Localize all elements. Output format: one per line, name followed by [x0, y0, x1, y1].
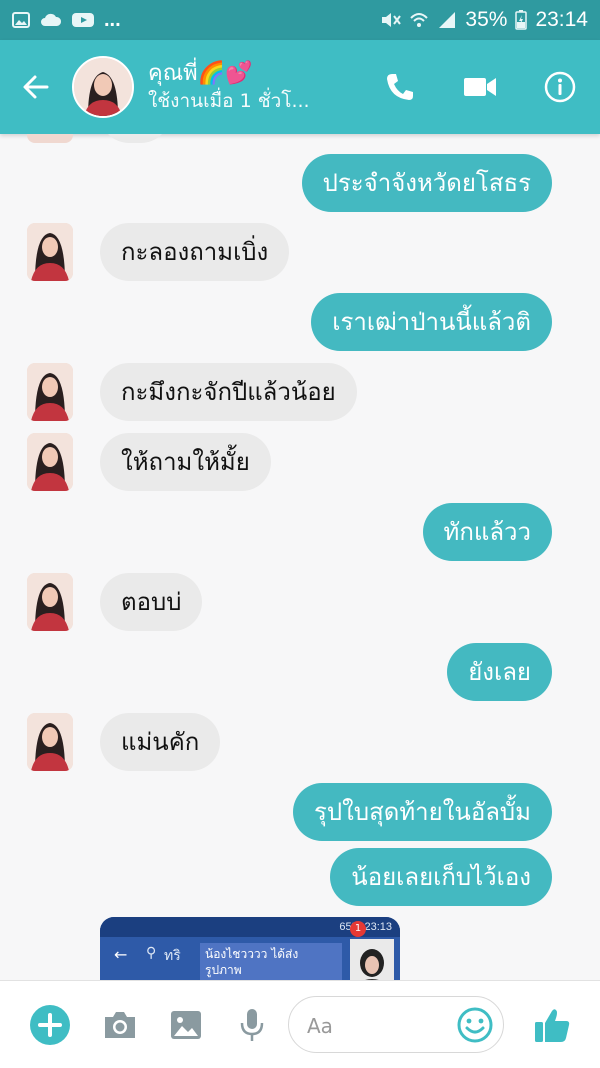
signal-icon — [439, 12, 456, 28]
contact-active-status: ใช้งานเมื่อ 1 ชั่วโ... — [148, 90, 310, 112]
video-camera-icon — [464, 78, 496, 96]
message-bubble-outgoing[interactable]: น้อยเลยเก็บไว้เอง — [330, 848, 552, 906]
screenshot-thumbnail-photo — [350, 939, 394, 980]
sender-avatar[interactable] — [27, 713, 73, 771]
sender-photo — [27, 433, 73, 491]
contact-avatar[interactable] — [72, 56, 134, 118]
emoji-button[interactable] — [455, 1005, 495, 1045]
sender-photo — [27, 363, 73, 421]
battery-charging-icon — [515, 10, 528, 30]
arrow-left-icon — [23, 75, 49, 99]
video-call-button[interactable] — [440, 40, 520, 134]
clock: 23:14 — [535, 8, 588, 31]
smiley-icon — [457, 1007, 493, 1043]
status-bar: ... 35% 23:14 — [0, 0, 600, 40]
like-button[interactable] — [522, 981, 582, 1068]
youtube-notification-icon — [72, 13, 94, 27]
screenshot-back-arrow: ← — [114, 945, 128, 964]
message-bubble-incoming[interactable]: ให้ถามให้มั้ย — [100, 433, 271, 491]
sender-avatar — [27, 134, 73, 143]
screenshot-badge: 1 — [350, 921, 366, 937]
sender-photo — [27, 713, 73, 771]
screenshot-search-text: ทริ — [164, 948, 181, 964]
voice-button[interactable] — [222, 981, 282, 1068]
image-icon — [171, 1010, 201, 1039]
contact-photo — [74, 58, 132, 116]
camera-button[interactable] — [90, 981, 150, 1068]
sender-avatar[interactable] — [27, 433, 73, 491]
more-notifications: ... — [104, 8, 121, 31]
message-bubble-incoming[interactable]: แม่นคัก — [100, 713, 221, 771]
screenshot-notification: น้องไชวววว ได้ส่ง รูปภาพ — [200, 943, 342, 980]
sender-avatar[interactable] — [27, 573, 73, 631]
conversation-info-button[interactable] — [520, 40, 600, 134]
gallery-notification-icon — [12, 12, 30, 28]
call-button[interactable] — [360, 40, 440, 134]
back-button[interactable] — [0, 40, 72, 134]
sender-avatar[interactable] — [27, 223, 73, 281]
shared-screenshot-image[interactable]: 65% 23:13 ← ⚲ ทริ น้องไชวววว ได้ส่ง รูปภ… — [100, 917, 400, 980]
message-bubble-outgoing[interactable]: ประจำจังหวัดยโสธร — [301, 154, 552, 212]
phone-icon — [387, 74, 413, 100]
message-bubble-incoming[interactable]: ตอบบ่ — [100, 573, 203, 631]
sender-photo — [27, 223, 73, 281]
battery-percent: 35% — [465, 8, 508, 31]
message-input[interactable] — [305, 1007, 459, 1045]
mute-icon — [382, 13, 402, 27]
sender-avatar[interactable] — [27, 363, 73, 421]
message-bubble-incoming[interactable]: กะลองถามเบิ่ง — [100, 223, 290, 281]
message-bubble-outgoing[interactable]: ยังเลย — [447, 643, 552, 701]
camera-icon — [105, 1011, 135, 1038]
contact-name[interactable]: คุณพี่🌈💕 — [148, 60, 360, 88]
message-bubble-outgoing[interactable]: รุปใบสุดท้ายในอัลบั้ม — [293, 783, 552, 841]
info-icon — [544, 71, 576, 103]
microphone-icon — [240, 1008, 264, 1041]
message-input-field[interactable] — [288, 996, 504, 1053]
screenshot-notification-text: น้องไชวววว ได้ส่ง รูปภาพ — [205, 947, 299, 977]
thumbs-up-icon — [535, 1008, 570, 1042]
plus-circle-icon — [30, 1004, 70, 1045]
message-bubble-incoming[interactable]: กะมึงกะจักปีแล้วน้อย — [100, 363, 357, 421]
screenshot-search-icon: ⚲ — [146, 945, 157, 961]
screenshot-toolbar: ← ⚲ ทริ น้องไชวววว ได้ส่ง รูปภาพ 1 — [100, 921, 400, 980]
gallery-button[interactable] — [156, 981, 216, 1068]
message-composer — [0, 980, 600, 1068]
conversation-header: คุณพี่🌈💕 ใช้งานเมื่อ 1 ชั่วโ... — [0, 40, 600, 134]
message-bubble-outgoing[interactable]: เราเฒ่าป่านนี้แล้วติ — [311, 293, 552, 351]
cloud-notification-icon — [41, 13, 62, 26]
message-bubble-outgoing[interactable]: ทักแล้วว — [422, 503, 552, 561]
sender-photo — [27, 573, 73, 631]
message-list[interactable]: ประจำจังหวัดยโสธร กะลองถามเบิ่ง เราเฒ่าป… — [0, 134, 600, 980]
add-button[interactable] — [20, 981, 80, 1068]
wifi-icon — [410, 13, 429, 27]
message-bubble-partial — [100, 134, 170, 143]
screenshot-thumbnail — [350, 939, 394, 980]
